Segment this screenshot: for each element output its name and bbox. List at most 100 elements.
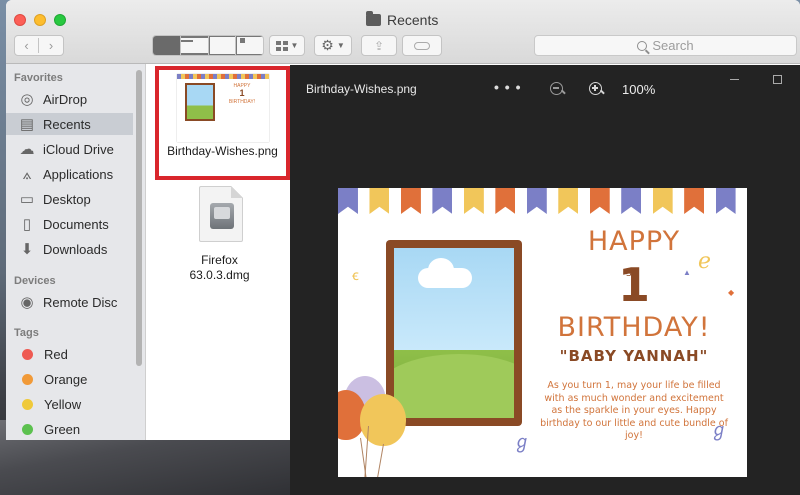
close-button[interactable] bbox=[14, 14, 26, 26]
sidebar-scrollbar[interactable] bbox=[136, 70, 142, 366]
bunting-flag bbox=[400, 188, 421, 214]
sidebar-item-label: Orange bbox=[44, 371, 88, 387]
confetti-icon: ℊ bbox=[710, 420, 728, 440]
sidebar-item-applications[interactable]: ⟑ Applications bbox=[6, 163, 133, 185]
bunting-flag bbox=[369, 188, 390, 214]
card-age-suffix: st bbox=[626, 266, 637, 279]
confetti-icon: ▲ bbox=[683, 268, 691, 277]
orange-tag-icon bbox=[22, 373, 33, 385]
sidebar-item-desktop[interactable]: ▭ Desktop bbox=[6, 188, 133, 210]
maximize-icon[interactable] bbox=[773, 75, 782, 84]
arrange-button[interactable]: ▼ bbox=[269, 35, 305, 56]
minimize-icon[interactable] bbox=[730, 79, 739, 80]
airdrop-icon: ◎ bbox=[20, 91, 34, 108]
file-name: Birthday-Wishes.png bbox=[167, 144, 278, 158]
hill-shape bbox=[394, 354, 514, 418]
sidebar-item-label: Remote Disc bbox=[43, 294, 118, 310]
thumbnail-text: HAPPY 1 BIRTHDAY! bbox=[228, 83, 256, 105]
bunting-flag bbox=[432, 188, 453, 214]
cover-flow-button[interactable] bbox=[236, 36, 263, 55]
confetti-icon: ◆ bbox=[728, 288, 735, 297]
share-button[interactable]: ⇪ bbox=[361, 35, 397, 56]
sidebar-item-tag-yellow[interactable]: Yellow bbox=[6, 393, 133, 415]
sidebar-item-label: Desktop bbox=[43, 191, 91, 207]
disk-image-icon bbox=[210, 203, 234, 229]
bunting-flag bbox=[463, 188, 484, 214]
list-view-button[interactable] bbox=[180, 36, 209, 55]
list-icon bbox=[180, 36, 208, 55]
confetti-icon: ℊ bbox=[513, 432, 531, 452]
disc-icon: ◉ bbox=[20, 294, 34, 311]
thumbnail-frame bbox=[185, 83, 215, 121]
zoom-button[interactable] bbox=[54, 14, 66, 26]
download-icon: ⬇ bbox=[20, 241, 34, 258]
sidebar-item-label: Green bbox=[44, 421, 81, 437]
balloon-string bbox=[376, 443, 384, 477]
sidebar-item-tag-green[interactable]: Green bbox=[6, 418, 133, 440]
sidebar-item-label: Recents bbox=[43, 116, 91, 132]
search-input[interactable]: Search bbox=[534, 35, 797, 56]
favorites-header: Favorites bbox=[14, 72, 63, 84]
bunting-flag bbox=[495, 188, 516, 214]
landscape-picture bbox=[394, 248, 514, 418]
zoom-level: 100% bbox=[622, 82, 656, 97]
dmg-file-icon[interactable] bbox=[199, 186, 243, 242]
sidebar-item-label: Red bbox=[44, 346, 68, 362]
column-view-button[interactable] bbox=[208, 36, 237, 55]
navigation-buttons: ‹ › bbox=[14, 35, 64, 56]
card-birthday-text: BIRTHDAY! bbox=[557, 312, 711, 343]
birthday-card-image: HAPPY 1 st BIRTHDAY! "BABY YANNAH" As yo… bbox=[338, 188, 747, 477]
sidebar-item-label: Downloads bbox=[43, 241, 108, 257]
back-button[interactable]: ‹ bbox=[15, 38, 40, 53]
zoom-out-icon[interactable] bbox=[550, 82, 563, 95]
sidebar-item-tag-orange[interactable]: Orange bbox=[6, 368, 133, 390]
forward-button[interactable]: › bbox=[39, 38, 63, 53]
devices-header: Devices bbox=[14, 275, 56, 287]
sidebar-item-label: AirDrop bbox=[43, 91, 88, 107]
grid-icon bbox=[153, 36, 180, 55]
sidebar-item-icloud-drive[interactable]: ☁ iCloud Drive bbox=[6, 138, 133, 160]
sidebar-item-airdrop[interactable]: ◎ AirDrop bbox=[6, 88, 133, 110]
file-name[interactable]: Firefox bbox=[147, 253, 292, 267]
sidebar-item-downloads[interactable]: ⬇ Downloads bbox=[6, 238, 133, 260]
yellow-tag-icon bbox=[22, 398, 33, 410]
more-options-button[interactable]: • • • bbox=[494, 79, 521, 95]
minimize-button[interactable] bbox=[34, 14, 46, 26]
search-placeholder: Search bbox=[652, 38, 694, 53]
columns-icon bbox=[208, 36, 236, 55]
file-name[interactable]: 63.0.3.dmg bbox=[147, 268, 292, 282]
action-button[interactable]: ⚙ ▼ bbox=[314, 35, 352, 56]
preview-filename: Birthday-Wishes.png bbox=[306, 82, 417, 96]
cloud-shape bbox=[418, 258, 472, 288]
thumbnail-bunting bbox=[177, 74, 269, 79]
zoom-in-icon[interactable] bbox=[589, 82, 602, 95]
tags-button[interactable] bbox=[402, 35, 442, 56]
bunting-flag bbox=[589, 188, 610, 214]
sidebar: Favorites ◎ AirDrop ▤ Recents ☁ iCloud D… bbox=[6, 64, 146, 440]
sidebar-item-remote-disc[interactable]: ◉ Remote Disc bbox=[6, 291, 133, 313]
cover-flow-icon bbox=[236, 36, 263, 55]
selected-file-birthday-wishes[interactable]: HAPPY 1 BIRTHDAY! Birthday-Wishes.png bbox=[155, 66, 290, 180]
sidebar-item-documents[interactable]: ▯ Documents bbox=[6, 213, 133, 235]
sidebar-item-label: Documents bbox=[43, 216, 109, 232]
chevron-down-icon: ▼ bbox=[290, 41, 299, 50]
sidebar-item-tag-red[interactable]: Red bbox=[6, 343, 133, 365]
photo-frame bbox=[386, 240, 522, 426]
document-icon: ▯ bbox=[22, 216, 32, 233]
zoom-out-handle bbox=[561, 89, 566, 95]
title-bar: Recents ‹ › ▼ ⚙ ▼ ⇪ Search bbox=[6, 0, 800, 64]
zoom-in-handle bbox=[600, 89, 605, 95]
file-browser-area: HAPPY 1 BIRTHDAY! Birthday-Wishes.png Fire… bbox=[147, 64, 292, 440]
sidebar-item-recents[interactable]: ▤ Recents bbox=[6, 113, 133, 135]
search-icon bbox=[637, 40, 648, 51]
sidebar-item-label: Applications bbox=[43, 166, 114, 182]
view-mode-selector bbox=[152, 35, 264, 56]
bunting-flag bbox=[526, 188, 547, 214]
bunting-flag bbox=[558, 188, 579, 214]
folder-icon bbox=[366, 11, 381, 26]
red-tag-icon bbox=[22, 348, 33, 360]
tags-header: Tags bbox=[14, 327, 39, 339]
bunting-flag bbox=[338, 188, 358, 214]
window-title: Recents bbox=[366, 11, 438, 28]
icon-view-button[interactable] bbox=[153, 36, 181, 55]
